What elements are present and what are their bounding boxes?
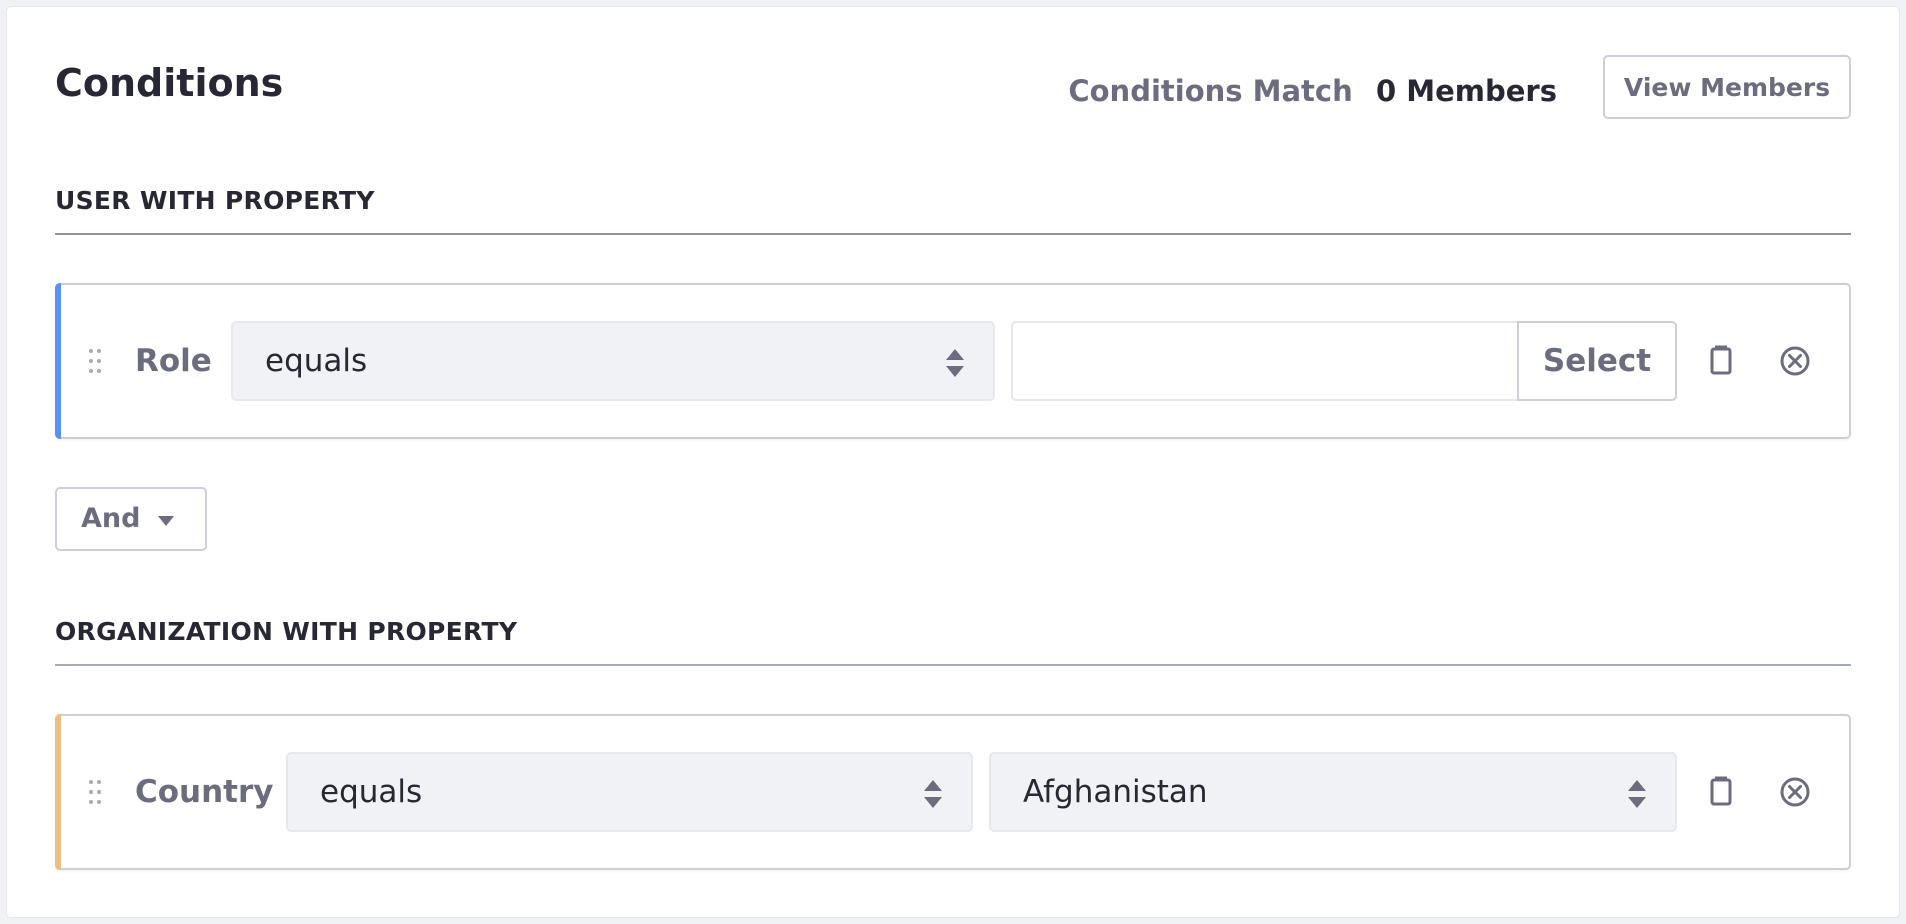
country-select-value: Afghanistan — [1023, 774, 1208, 810]
section-title-user: USER WITH PROPERTY — [55, 186, 375, 215]
view-members-button[interactable]: View Members — [1603, 55, 1851, 119]
drag-handle-icon[interactable] — [87, 778, 103, 806]
caret-double-icon — [946, 349, 964, 377]
drag-handle-icon[interactable] — [87, 347, 103, 375]
operator-select[interactable]: equals — [286, 752, 973, 832]
conditions-header: Conditions Conditions Match 0 Members Vi… — [55, 55, 1851, 127]
page-title: Conditions — [55, 61, 284, 105]
criterion-accent-bar — [55, 283, 61, 439]
conditions-panel: Conditions Conditions Match 0 Members Vi… — [6, 6, 1900, 918]
conditions-match-summary: Conditions Match 0 Members — [1068, 73, 1557, 109]
criterion-label: Role — [135, 343, 212, 379]
members-count: 0 Members — [1375, 74, 1557, 108]
criterion-accent-bar — [55, 714, 61, 870]
operator-select-value: equals — [320, 774, 423, 810]
operator-select[interactable]: equals — [231, 321, 995, 401]
section-title-organization: ORGANIZATION WITH PROPERTY — [55, 617, 518, 646]
operator-select-value: equals — [265, 343, 368, 379]
caret-double-icon — [924, 780, 942, 808]
criterion-row-role: Role equals Select — [55, 283, 1851, 439]
select-role-button[interactable]: Select — [1517, 321, 1677, 401]
caret-double-icon — [1628, 780, 1646, 808]
role-value-input[interactable] — [1011, 321, 1519, 401]
conditions-match-label: Conditions Match — [1068, 74, 1353, 108]
section-divider-user — [55, 233, 1851, 235]
times-circle-icon[interactable] — [1777, 774, 1813, 810]
conjunction-label: And — [81, 503, 141, 534]
section-divider-organization — [55, 664, 1851, 666]
duplicate-icon[interactable] — [1703, 774, 1739, 810]
criterion-row-country: Country equals Afghanistan — [55, 714, 1851, 870]
duplicate-icon[interactable] — [1703, 343, 1739, 379]
conjunction-dropdown-button[interactable]: And — [55, 487, 207, 551]
country-select[interactable]: Afghanistan — [989, 752, 1677, 832]
caret-bottom-icon — [158, 516, 174, 526]
times-circle-icon[interactable] — [1777, 343, 1813, 379]
criterion-label: Country — [135, 774, 274, 810]
